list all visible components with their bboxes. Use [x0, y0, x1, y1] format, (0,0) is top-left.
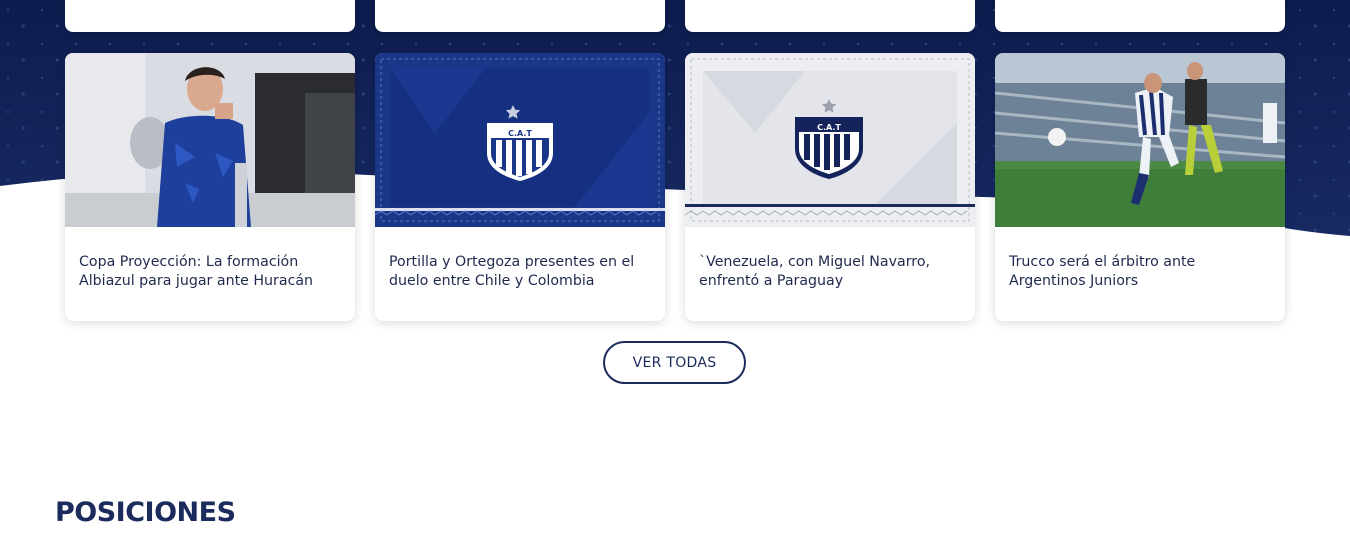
news-card[interactable]: C.A.T `Venezuela, con Miguel Navarro, en… — [685, 53, 975, 321]
standings-section-title: POSICIONES — [55, 497, 236, 528]
news-title[interactable]: Portilla y Ortegoza presentes en el duel… — [389, 253, 653, 291]
news-card-top-1[interactable] — [65, 0, 355, 32]
news-title[interactable]: Copa Proyección: La formación Albiazul p… — [79, 253, 343, 291]
view-all-news-button[interactable]: VER TODAS — [603, 341, 746, 384]
news-title[interactable]: `Venezuela, con Miguel Navarro, enfrentó… — [699, 253, 963, 291]
news-thumbnail-crest-blue[interactable]: C.A.T — [375, 53, 665, 227]
news-thumbnail-crest-white[interactable]: C.A.T — [685, 53, 975, 227]
news-thumbnail-player-photo[interactable] — [65, 53, 355, 227]
news-title[interactable]: Trucco será el árbitro ante Argentinos J… — [1009, 253, 1273, 291]
news-card-top-4[interactable] — [995, 0, 1285, 32]
svg-text:C.A.T: C.A.T — [508, 129, 532, 138]
news-card-top-2[interactable] — [375, 0, 665, 32]
news-card[interactable]: Trucco será el árbitro ante Argentinos J… — [995, 53, 1285, 321]
svg-text:C.A.T: C.A.T — [817, 123, 841, 132]
news-card[interactable]: Copa Proyección: La formación Albiazul p… — [65, 53, 355, 321]
news-thumbnail-match-photo[interactable] — [995, 53, 1285, 227]
news-card[interactable]: C.A.T Portilla y Ortegoza presentes en e… — [375, 53, 665, 321]
news-card-top-3[interactable] — [685, 0, 975, 32]
